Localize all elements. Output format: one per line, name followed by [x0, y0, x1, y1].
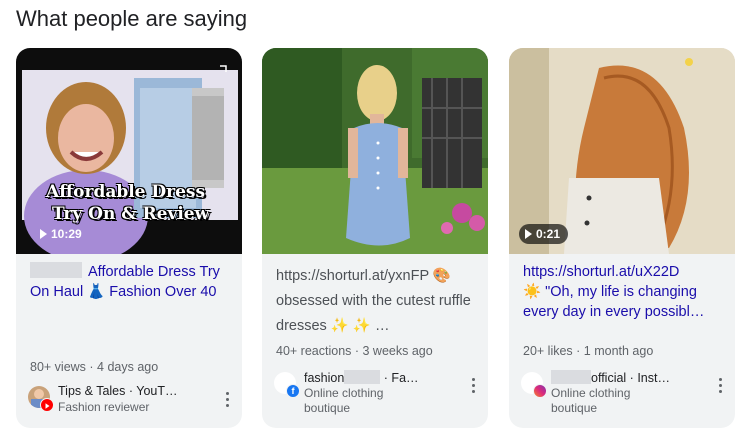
video-duration: 10:29	[51, 227, 82, 241]
source-name: Tips & Tales · YouT…	[58, 384, 178, 398]
redacted-text	[551, 370, 591, 384]
video-thumbnail[interactable]: 0:21	[509, 48, 735, 254]
play-icon	[40, 229, 47, 239]
video-thumbnail[interactable]: Affordable Dress Try On & Review 10:29	[16, 48, 242, 254]
instagram-icon	[533, 384, 547, 398]
video-duration: 0:21	[536, 227, 561, 241]
facebook-icon: f	[286, 384, 300, 398]
post-snippet-link[interactable]: ☀️ "Oh, my life is changing every day in…	[523, 282, 723, 322]
more-options-icon[interactable]	[717, 378, 723, 396]
result-source[interactable]: f fashion · Fa… Online clothing boutique	[274, 370, 478, 415]
result-card-instagram-video[interactable]: 0:21 https://shorturl.at/uX22D ☀️ "Oh, m…	[509, 48, 735, 428]
result-meta: 80+ views · 4 days ago	[30, 360, 159, 374]
source-description: Online clothing boutique	[304, 386, 384, 415]
result-card-video-youtube[interactable]: Affordable Dress Try On & Review 10:29 A…	[16, 48, 242, 428]
post-url[interactable]: https://shorturl.at/uX22D	[523, 262, 723, 282]
video-duration-badge: 0:21	[519, 224, 569, 244]
post-snippet: obsessed with the cutest ruffle dresses …	[276, 293, 471, 334]
redacted-channel-avatar	[30, 262, 82, 278]
post-url[interactable]: https://shorturl.at/yxnFP 🎨	[276, 264, 476, 289]
post-photo	[262, 48, 488, 254]
post-image[interactable]	[262, 48, 488, 254]
source-name: official · Inst…	[551, 370, 670, 385]
result-meta: 40+ reactions · 3 weeks ago	[276, 344, 433, 358]
result-card-facebook-post[interactable]: https://shorturl.at/yxnFP 🎨 obsessed wit…	[262, 48, 488, 428]
source-description: Online clothing boutique	[551, 386, 631, 415]
result-meta: 20+ likes · 1 month ago	[523, 344, 654, 358]
section-heading: What people are saying	[16, 6, 248, 31]
more-options-icon[interactable]	[224, 392, 230, 410]
video-duration-badge: 10:29	[26, 224, 90, 244]
thumbnail-caption-line2: Try On & Review	[52, 204, 210, 224]
play-icon	[525, 229, 532, 239]
result-source[interactable]: Tips & Tales · YouT… Fashion reviewer	[28, 384, 232, 420]
thumbnail-caption-line1: Affordable Dress	[46, 182, 206, 202]
youtube-icon	[40, 398, 54, 412]
source-description: Fashion reviewer	[58, 400, 150, 414]
result-source[interactable]: official · Inst… Online clothing boutiqu…	[521, 370, 725, 415]
redacted-text	[344, 370, 381, 384]
source-name: fashion · Fa…	[304, 370, 419, 385]
more-options-icon[interactable]	[470, 378, 476, 396]
